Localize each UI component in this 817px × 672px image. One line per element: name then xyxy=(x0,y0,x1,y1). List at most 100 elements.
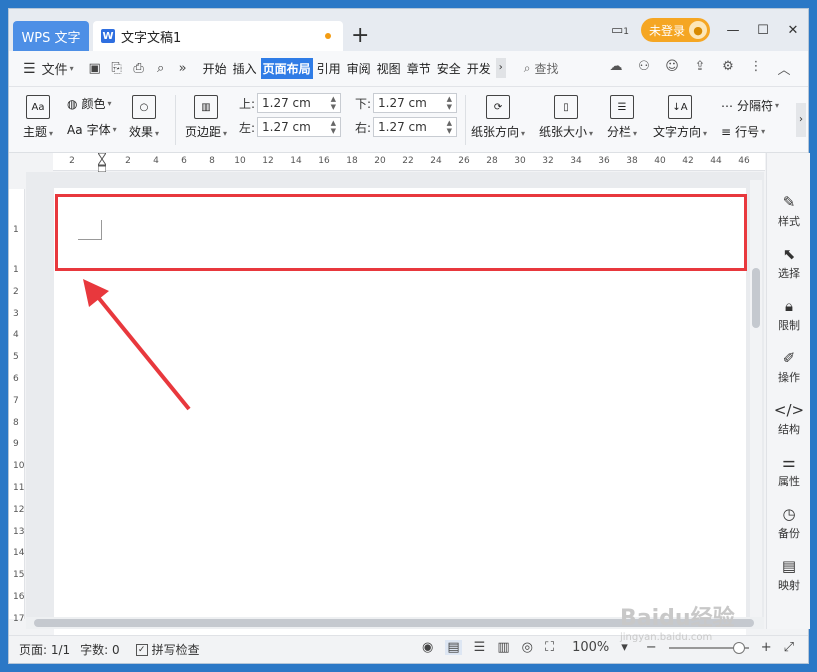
page-view-icon[interactable]: ▤ xyxy=(445,640,462,655)
ruler-tick-label: 34 xyxy=(570,156,582,166)
sliders-icon: ⚌ xyxy=(782,453,796,471)
side-panel: ✎ 样式 ⬉ 选择 🔒︎ 限制 ✐ 操作 </> 结构 ⚌ 属性 ◷ 备份 ▤ 映射 xyxy=(766,153,810,629)
settings-gear-icon[interactable]: ⚙ xyxy=(714,59,742,78)
tab-developer[interactable]: 开发 xyxy=(465,58,493,79)
wps-home-tab[interactable]: WPS 文字 xyxy=(13,21,89,51)
print-preview-icon[interactable]: ⌕ xyxy=(150,61,172,76)
top-margin-input[interactable]: 1.27 cm ▲ ▼ xyxy=(257,93,341,113)
horizontal-ruler[interactable]: 2 2 4 6 8 10 12 14 16 18 20 22 24 26 28 30 32 34 36 38 40 42 4… xyxy=(53,153,765,171)
spinner-icon[interactable]: ▲ ▼ xyxy=(447,95,452,111)
spinner-icon[interactable]: ▲ ▼ xyxy=(447,119,452,135)
indent-marker-icon[interactable] xyxy=(97,152,107,173)
chevron-down-icon: ▾ xyxy=(69,64,74,73)
side-item-style[interactable]: ✎ 样式 xyxy=(767,193,811,229)
break-icon: ⋯ xyxy=(721,98,733,113)
color-button[interactable]: ◍ 颜色 ▾ xyxy=(67,95,112,112)
left-margin-label: 左: xyxy=(239,120,256,135)
search-box[interactable]: ⌕ 查找 xyxy=(524,60,559,77)
file-menu[interactable]: ☰ 文件 ▾ xyxy=(23,59,74,79)
left-margin-input[interactable]: 1.27 cm ▲ ▼ xyxy=(257,117,341,137)
columns-button[interactable]: ☰ 分栏 ▾ xyxy=(607,95,637,140)
zoom-in-button[interactable]: + xyxy=(761,640,772,655)
ruler-tick-label: 8 xyxy=(13,417,19,428)
side-item-restrict[interactable]: 🔒︎ 限制 xyxy=(767,297,811,333)
ruler-tick-label: 4 xyxy=(13,330,19,341)
spinner-icon[interactable]: ▲ ▼ xyxy=(331,95,336,111)
tab-list-icon[interactable]: ▭1 xyxy=(611,23,629,38)
word-count[interactable]: 字数: 0 xyxy=(80,641,120,658)
page-count[interactable]: 页面: 1/1 xyxy=(19,641,70,658)
cloud-sync-icon[interactable]: ☁ xyxy=(602,59,630,78)
save-icon[interactable]: ▣ xyxy=(84,61,106,76)
line-number-button[interactable]: ≡ 行号 ▾ xyxy=(721,123,765,140)
tab-page-layout[interactable]: 页面布局 xyxy=(260,58,313,79)
palette-icon: ◍ xyxy=(67,96,78,111)
login-label: 未登录 xyxy=(648,23,685,38)
web-view-icon[interactable]: ◎ xyxy=(522,640,533,655)
tab-section[interactable]: 章节 xyxy=(405,58,433,79)
map-icon: ▤ xyxy=(781,557,797,575)
zoom-slider[interactable] xyxy=(668,641,749,654)
login-button[interactable]: 未登录 ● xyxy=(640,18,710,42)
right-margin-input[interactable]: 1.27 cm ▲ ▼ xyxy=(373,117,457,137)
menu-bar: ☰ 文件 ▾ ▣ ⎘ ⎙ ⌕ » 开始 插入 页面布局 引用 审阅 视图 章节 … xyxy=(9,51,808,87)
ribbon-scroll-right-icon[interactable]: › xyxy=(796,103,806,137)
minimize-button[interactable]: — xyxy=(718,23,748,38)
tab-start[interactable]: 开始 xyxy=(201,58,229,79)
tab-insert[interactable]: 插入 xyxy=(231,58,259,79)
collapse-ribbon-icon[interactable]: ︿ xyxy=(770,59,798,78)
side-item-backup[interactable]: ◷ 备份 xyxy=(767,505,811,541)
font-button[interactable]: Aa 字体 ▾ xyxy=(67,121,117,138)
title-bar-controls: ▭1 未登录 ● — ☐ ✕ xyxy=(603,17,808,43)
reading-view-icon[interactable]: ▥ xyxy=(497,640,509,655)
columns-label: 分栏 xyxy=(607,125,632,139)
close-button[interactable]: ✕ xyxy=(778,23,808,38)
ruler-tick-label: 13 xyxy=(13,526,25,537)
side-item-mapping[interactable]: ▤ 映射 xyxy=(767,557,811,593)
eye-protection-icon[interactable]: ◉ xyxy=(422,640,433,655)
fit-page-icon[interactable]: ⛶ xyxy=(545,640,554,655)
ruler-tick-label: 16 xyxy=(318,156,330,166)
zoom-slider-knob[interactable] xyxy=(732,641,745,654)
tab-review[interactable]: 审阅 xyxy=(345,58,373,79)
tab-view[interactable]: 视图 xyxy=(375,58,403,79)
paper-size-button[interactable]: ▯ 纸张大小 ▾ xyxy=(539,95,593,140)
new-tab-button[interactable]: + xyxy=(351,23,369,49)
document-tab[interactable]: W 文字文稿1 xyxy=(93,21,343,51)
effect-button[interactable]: ○ 效果 ▾ xyxy=(129,95,159,140)
spell-check-toggle[interactable]: ✓ 拼写检查 xyxy=(135,641,200,658)
side-item-operation[interactable]: ✐ 操作 xyxy=(767,349,811,385)
side-item-select[interactable]: ⬉ 选择 xyxy=(767,245,811,281)
menu-right-icons: ☁ ⚇ ☺ ⇪ ⚙ ⋮ ︿ xyxy=(602,59,798,78)
share-icon[interactable]: ⇪ xyxy=(686,59,714,78)
text-direction-button[interactable]: ↓A 文字方向 ▾ xyxy=(653,95,707,140)
more-options-icon[interactable]: ⋮ xyxy=(742,59,770,78)
ruler-tick-label: 17 xyxy=(13,613,25,624)
fullscreen-icon[interactable]: ⤢ xyxy=(784,640,794,655)
tab-security[interactable]: 安全 xyxy=(435,58,463,79)
ruler-tick-label: 8 xyxy=(209,156,215,166)
vertical-scrollbar[interactable] xyxy=(750,180,762,628)
side-item-structure[interactable]: </> 结构 xyxy=(767,401,811,437)
margins-button[interactable]: ▥ 页边距 ▾ xyxy=(185,95,227,140)
tab-references[interactable]: 引用 xyxy=(315,58,343,79)
comment-icon[interactable]: ☺ xyxy=(658,59,686,78)
tabs-scroll-right-icon[interactable]: › xyxy=(495,58,506,78)
theme-button[interactable]: Aa 主题 ▾ xyxy=(23,95,53,140)
orientation-button[interactable]: ⟳ 纸张方向 ▾ xyxy=(471,95,525,140)
vertical-ruler[interactable]: 1123456789101112131415161718 xyxy=(9,189,25,646)
more-icon[interactable]: » xyxy=(172,61,194,76)
paper-size-icon: ▯ xyxy=(554,95,579,119)
side-item-label: 选择 xyxy=(778,267,800,280)
side-item-label: 样式 xyxy=(778,215,800,228)
collaborate-icon[interactable]: ⚇ xyxy=(630,59,658,78)
outline-view-icon[interactable]: ☰ xyxy=(474,640,486,655)
vertical-scroll-thumb[interactable] xyxy=(752,268,760,328)
page-break-button[interactable]: ⋯ 分隔符 ▾ xyxy=(721,97,779,114)
export-pdf-icon[interactable]: ⎘ xyxy=(106,61,128,76)
print-icon[interactable]: ⎙ xyxy=(128,61,150,76)
maximize-button[interactable]: ☐ xyxy=(748,23,778,38)
spinner-icon[interactable]: ▲ ▼ xyxy=(331,119,336,135)
side-item-properties[interactable]: ⚌ 属性 xyxy=(767,453,811,489)
bottom-margin-input[interactable]: 1.27 cm ▲ ▼ xyxy=(373,93,457,113)
